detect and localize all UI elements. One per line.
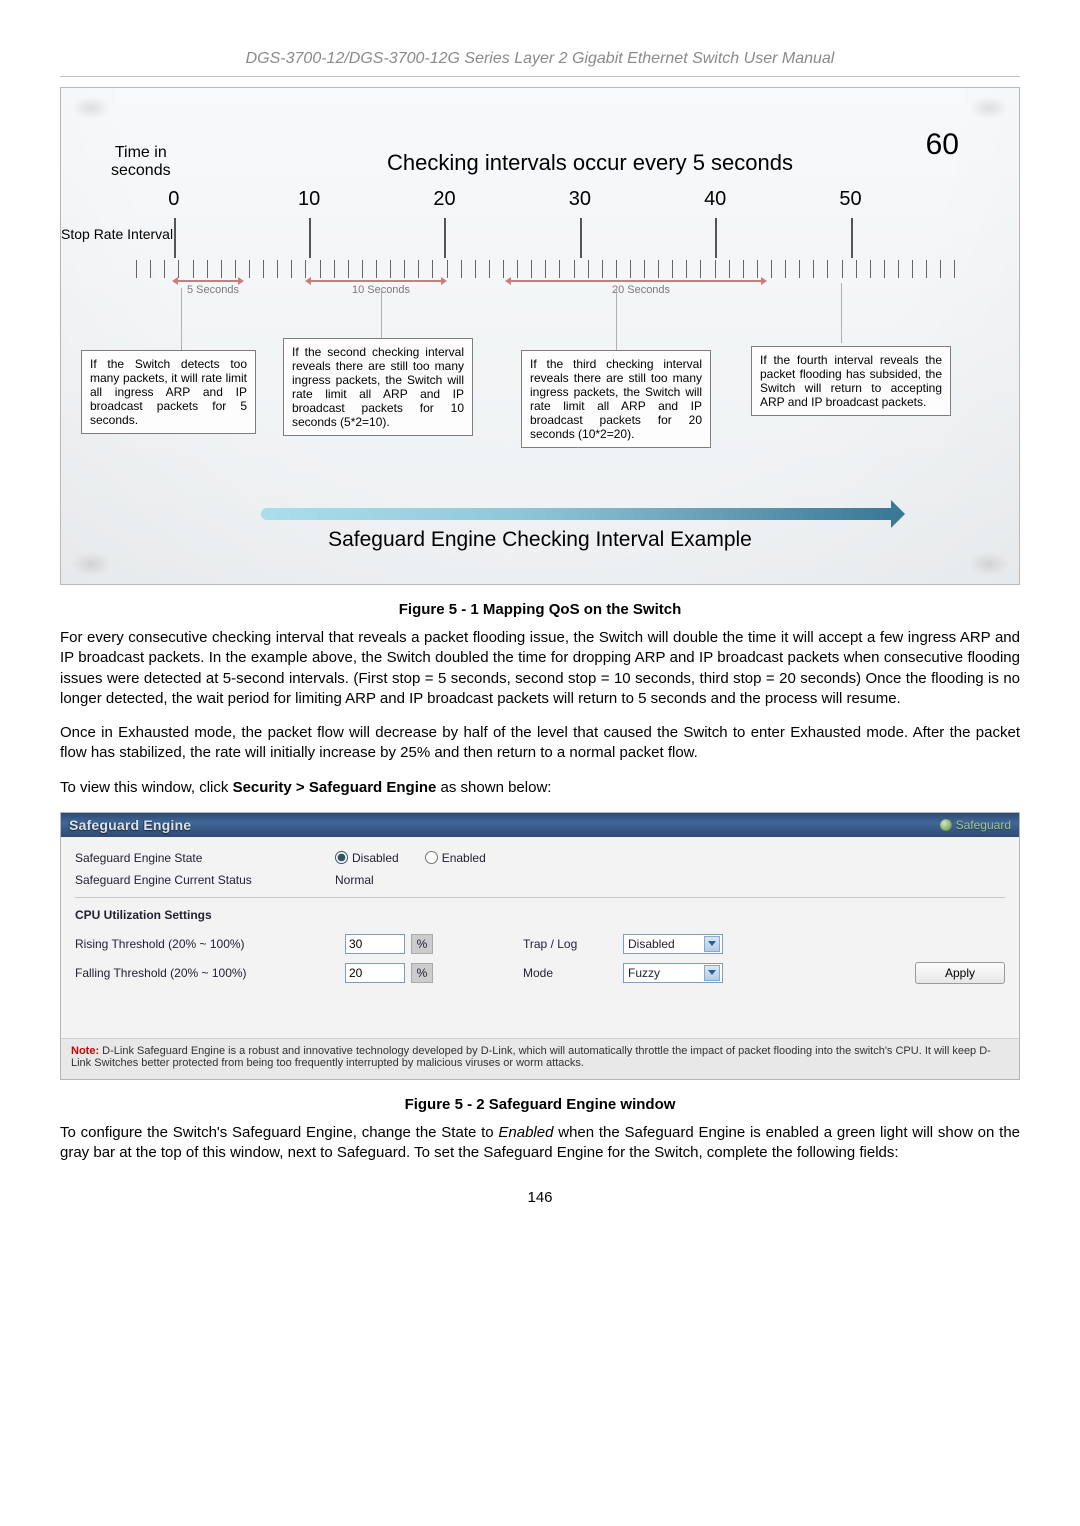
mode-label: Mode (523, 966, 613, 980)
status-light-icon (940, 819, 952, 831)
rising-threshold-label: Rising Threshold (20% ~ 100%) (75, 937, 335, 951)
safeguard-badge-text: Safeguard (956, 818, 1011, 832)
axis-major-tick (174, 218, 176, 258)
rising-threshold-input[interactable] (345, 934, 405, 954)
paragraph-3-post: as shown below: (441, 779, 552, 796)
paragraph-3: To view this window, click Security > Sa… (60, 778, 1020, 798)
vignette (71, 552, 111, 576)
axis-major-tick (444, 218, 446, 258)
state-radio-disabled[interactable]: Disabled (335, 851, 399, 865)
safeguard-panel: Safeguard Engine Safeguard Safeguard Eng… (60, 812, 1020, 1080)
panel-title: Safeguard Engine (69, 817, 191, 833)
note-text: D-Link Safeguard Engine is a robust and … (71, 1045, 991, 1069)
mode-select-value: Fuzzy (628, 966, 660, 980)
traplog-label: Trap / Log (523, 937, 613, 951)
panel-header: Safeguard Engine Safeguard (61, 813, 1019, 837)
axis-tick: 40 (704, 188, 726, 211)
arrow-icon (261, 508, 891, 520)
lead-line (181, 288, 182, 350)
current-status-label: Safeguard Engine Current Status (75, 873, 335, 887)
paragraph-2: Once in Exhausted mode, the packet flow … (60, 723, 1020, 764)
current-status-value: Normal (335, 873, 374, 887)
annotation-box-2: If the second checking interval reveals … (283, 338, 473, 436)
panel-body: Safeguard Engine State Disabled Enabled … (61, 837, 1019, 1038)
figure-1-caption: Figure 5 - 1 Mapping QoS on the Switch (60, 601, 1020, 618)
axis-tick: 0 (168, 188, 179, 211)
interval-seg-3 (511, 280, 761, 282)
interval-seg-3-label: 20 Seconds (612, 284, 670, 296)
axis-major-tick (851, 218, 853, 258)
lead-line (841, 283, 842, 343)
chart-axis: 0 10 20 30 40 50 (123, 218, 969, 298)
percent-sign: % (411, 963, 433, 983)
panel-note: Note: D-Link Safeguard Engine is a robus… (61, 1038, 1019, 1079)
traplog-select-value: Disabled (628, 937, 675, 951)
chevron-down-icon (704, 936, 720, 952)
state-radio-disabled-input[interactable] (335, 851, 348, 864)
annotation-box-1: If the Switch detects too many packets, … (81, 350, 256, 434)
paragraph-3-bold: Security > Safeguard Engine (233, 779, 437, 796)
state-radio-disabled-text: Disabled (352, 851, 399, 865)
traplog-select[interactable]: Disabled (623, 934, 723, 954)
chevron-down-icon (704, 965, 720, 981)
paragraph-3-pre: To view this window, click (60, 779, 233, 796)
divider (75, 897, 1005, 898)
annotation-box-4: If the fourth interval reveals the packe… (751, 346, 951, 416)
vignette (969, 96, 1009, 120)
time-label: Time in seconds (111, 144, 171, 180)
vignette (71, 96, 111, 120)
axis-minor-ticks (123, 260, 969, 278)
lead-line (616, 288, 617, 350)
interval-seg-2 (311, 280, 441, 282)
annotation-box-3: If the third checking interval reveals t… (521, 350, 711, 448)
axis-tick: 20 (433, 188, 455, 211)
falling-threshold-label: Falling Threshold (20% ~ 100%) (75, 966, 335, 980)
state-radio-enabled[interactable]: Enabled (425, 851, 486, 865)
axis-tick: 50 (839, 188, 861, 211)
interval-seg-1-label: 5 Seconds (187, 284, 239, 296)
apply-button[interactable]: Apply (915, 962, 1005, 984)
note-prefix: Note: (71, 1045, 99, 1057)
figure-1-diagram: Time in seconds 60 Checking intervals oc… (60, 87, 1020, 585)
percent-sign: % (411, 934, 433, 954)
axis-major-tick (715, 218, 717, 258)
page-number: 146 (60, 1189, 1020, 1206)
time-label-line1: Time in (115, 144, 167, 161)
axis-tick: 10 (298, 188, 320, 211)
state-radio-enabled-input[interactable] (425, 851, 438, 864)
paragraph-4-pre: To configure the Switch's Safeguard Engi… (60, 1124, 498, 1141)
vignette (969, 552, 1009, 576)
safeguard-badge: Safeguard (940, 818, 1011, 832)
doc-header: DGS-3700-12/DGS-3700-12G Series Layer 2 … (60, 50, 1020, 68)
axis-major-tick (580, 218, 582, 258)
paragraph-1: For every consecutive checking interval … (60, 628, 1020, 709)
axis-major-tick (309, 218, 311, 258)
cpu-utilization-heading: CPU Utilization Settings (75, 908, 1005, 922)
chart-subtitle: Safeguard Engine Checking Interval Examp… (61, 528, 1019, 552)
state-label: Safeguard Engine State (75, 851, 335, 865)
doc-header-rule (60, 76, 1020, 77)
paragraph-4-italic: Enabled (498, 1124, 553, 1141)
chart-title: Checking intervals occur every 5 seconds (241, 150, 939, 176)
falling-threshold-input[interactable] (345, 963, 405, 983)
paragraph-4: To configure the Switch's Safeguard Engi… (60, 1123, 1020, 1164)
axis-tick: 30 (569, 188, 591, 211)
time-label-line2: seconds (111, 162, 171, 179)
state-radio-enabled-text: Enabled (442, 851, 486, 865)
mode-select[interactable]: Fuzzy (623, 963, 723, 983)
lead-line (381, 288, 382, 343)
interval-seg-1 (178, 280, 238, 282)
figure-2-caption: Figure 5 - 2 Safeguard Engine window (60, 1096, 1020, 1113)
